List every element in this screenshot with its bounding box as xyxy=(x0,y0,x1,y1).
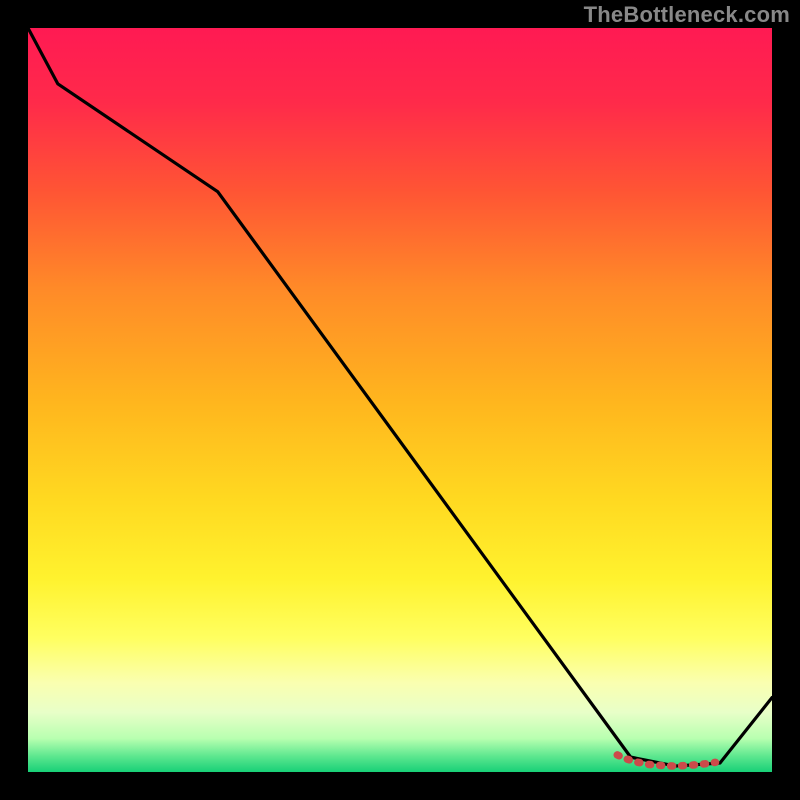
chart-frame: TheBottleneck.com xyxy=(0,0,800,800)
chart-svg xyxy=(28,28,772,772)
watermark-label: TheBottleneck.com xyxy=(584,2,790,28)
plot-area xyxy=(28,28,772,772)
